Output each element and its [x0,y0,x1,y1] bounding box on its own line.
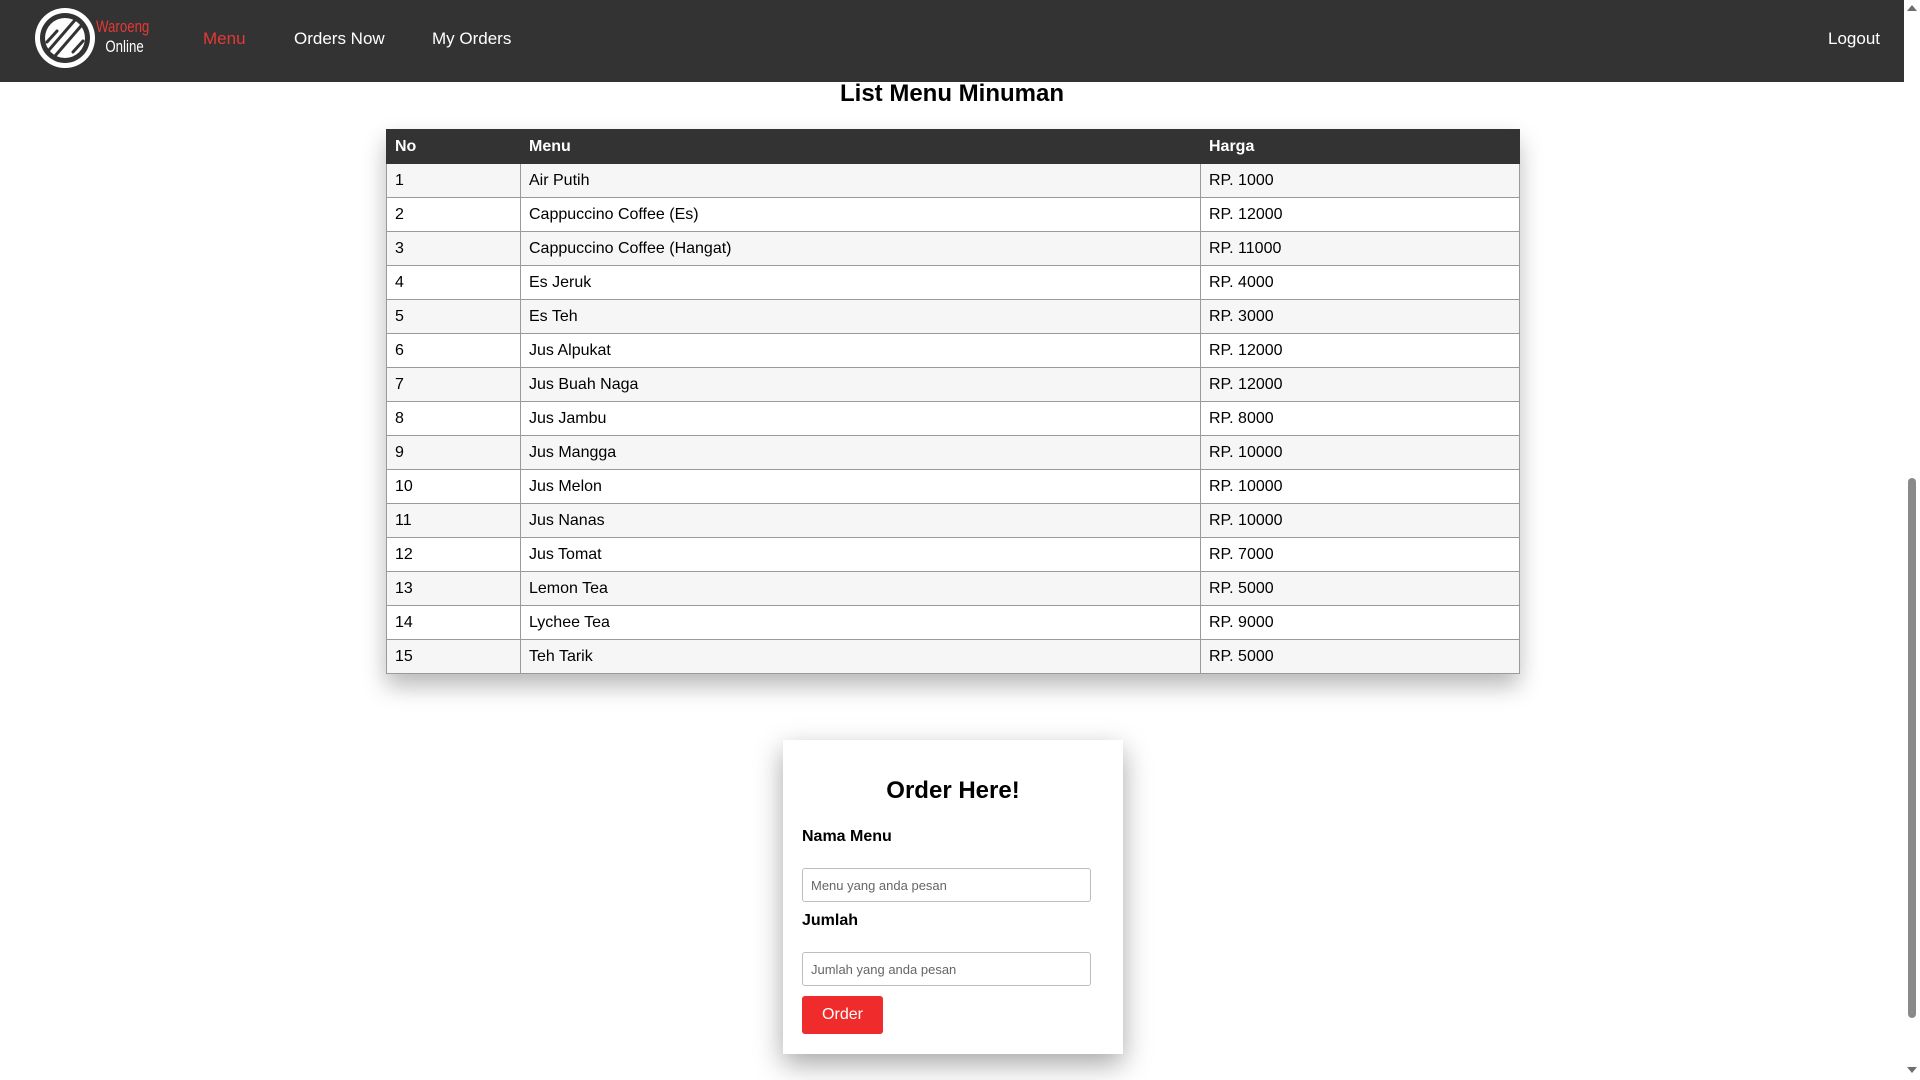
cell-no: 8 [386,401,521,436]
table-row: 7 Jus Buah Naga RP. 12000 [386,367,1520,402]
brand-name: Waroeng Online [96,17,149,57]
cell-menu: Cappuccino Coffee (Hangat) [520,231,1201,266]
cell-menu: Teh Tarik [520,639,1201,674]
cell-no: 7 [386,367,521,402]
navbar: Waroeng Online Menu Orders Now My Orders… [0,0,1904,82]
jumlah-input[interactable] [802,952,1091,986]
cell-harga: RP. 12000 [1200,197,1520,232]
cell-harga: RP. 10000 [1200,435,1520,470]
scrollbar-thumb[interactable] [1908,478,1916,1018]
cell-menu: Cappuccino Coffee (Es) [520,197,1201,232]
order-button[interactable]: Order [802,996,883,1034]
column-header-menu: Menu [520,129,1201,164]
cell-harga: RP. 5000 [1200,639,1520,674]
cell-harga: RP. 12000 [1200,367,1520,402]
table-row: 1 Air Putih RP. 1000 [386,163,1520,198]
cell-no: 14 [386,605,521,640]
nav-link-my-orders[interactable]: My Orders [432,29,511,49]
cell-no: 1 [386,163,521,198]
table-row: 14 Lychee Tea RP. 9000 [386,605,1520,640]
table-header-row: No Menu Harga [386,129,1520,164]
cell-harga: RP. 7000 [1200,537,1520,572]
cell-no: 11 [386,503,521,538]
cell-harga: RP. 8000 [1200,401,1520,436]
brand-logo[interactable]: Waroeng Online [33,6,149,76]
cell-harga: RP. 1000 [1200,163,1520,198]
table-row: 12 Jus Tomat RP. 7000 [386,537,1520,572]
cell-harga: RP. 10000 [1200,503,1520,538]
cell-menu: Jus Buah Naga [520,367,1201,402]
cell-menu: Jus Jambu [520,401,1201,436]
cell-no: 3 [386,231,521,266]
scroll-down-arrow-icon[interactable] [1907,1067,1917,1073]
brand-name-line2: Online [105,37,144,56]
menu-table-container: No Menu Harga 1 Air Putih RP. 1000 2 Cappuc… [386,129,1520,674]
cell-no: 12 [386,537,521,572]
table-row: 8 Jus Jambu RP. 8000 [386,401,1520,436]
cell-harga: RP. 9000 [1200,605,1520,640]
cell-menu: Jus Alpukat [520,333,1201,368]
cell-no: 5 [386,299,521,334]
cell-no: 15 [386,639,521,674]
cell-menu: Es Jeruk [520,265,1201,300]
brand-name-line1: Waroeng [96,17,150,36]
jumlah-label: Jumlah [802,912,859,929]
menu-list-title: List Menu Minuman [840,80,1064,107]
table-row: 3 Cappuccino Coffee (Hangat) RP. 11000 [386,231,1520,266]
cell-menu: Es Teh [520,299,1201,334]
order-form: Order Here! Nama Menu Jumlah Order [783,740,1123,1054]
table-row: 2 Cappuccino Coffee (Es) RP. 12000 [386,197,1520,232]
cell-menu: Lychee Tea [520,605,1201,640]
vertical-scrollbar[interactable] [1904,0,1920,1080]
cell-harga: RP. 4000 [1200,265,1520,300]
table-row: 6 Jus Alpukat RP. 12000 [386,333,1520,368]
cell-menu: Lemon Tea [520,571,1201,606]
cell-no: 4 [386,265,521,300]
column-header-no: No [386,129,521,164]
fork-knife-plate-icon [35,8,95,68]
logout-link[interactable]: Logout [1828,29,1880,49]
table-row: 9 Jus Mangga RP. 10000 [386,435,1520,470]
column-header-harga: Harga [1200,129,1520,164]
table-row: 11 Jus Nanas RP. 10000 [386,503,1520,538]
cell-harga: RP. 12000 [1200,333,1520,368]
cell-harga: RP. 5000 [1200,571,1520,606]
cell-menu: Jus Melon [520,469,1201,504]
table-row: 15 Teh Tarik RP. 5000 [386,639,1520,674]
page: Waroeng Online Menu Orders Now My Orders… [0,0,1920,1080]
nav-link-orders-now[interactable]: Orders Now [294,29,385,49]
table-row: 10 Jus Melon RP. 10000 [386,469,1520,504]
table-row: 5 Es Teh RP. 3000 [386,299,1520,334]
cell-harga: RP. 3000 [1200,299,1520,334]
cell-menu: Jus Nanas [520,503,1201,538]
cell-no: 6 [386,333,521,368]
cell-no: 2 [386,197,521,232]
cell-harga: RP. 10000 [1200,469,1520,504]
cell-harga: RP. 11000 [1200,231,1520,266]
cell-no: 13 [386,571,521,606]
nav-link-menu[interactable]: Menu [203,29,246,49]
table-row: 13 Lemon Tea RP. 5000 [386,571,1520,606]
nama-menu-label: Nama Menu [802,828,892,845]
cell-menu: Jus Mangga [520,435,1201,470]
menu-table: No Menu Harga 1 Air Putih RP. 1000 2 Cappuc… [386,129,1520,674]
cell-menu: Jus Tomat [520,537,1201,572]
table-row: 4 Es Jeruk RP. 4000 [386,265,1520,300]
nama-menu-input[interactable] [802,868,1091,902]
cell-no: 9 [386,435,521,470]
scroll-up-arrow-icon[interactable] [1907,5,1917,11]
order-form-title: Order Here! [886,777,1020,804]
cell-no: 10 [386,469,521,504]
cell-menu: Air Putih [520,163,1201,198]
